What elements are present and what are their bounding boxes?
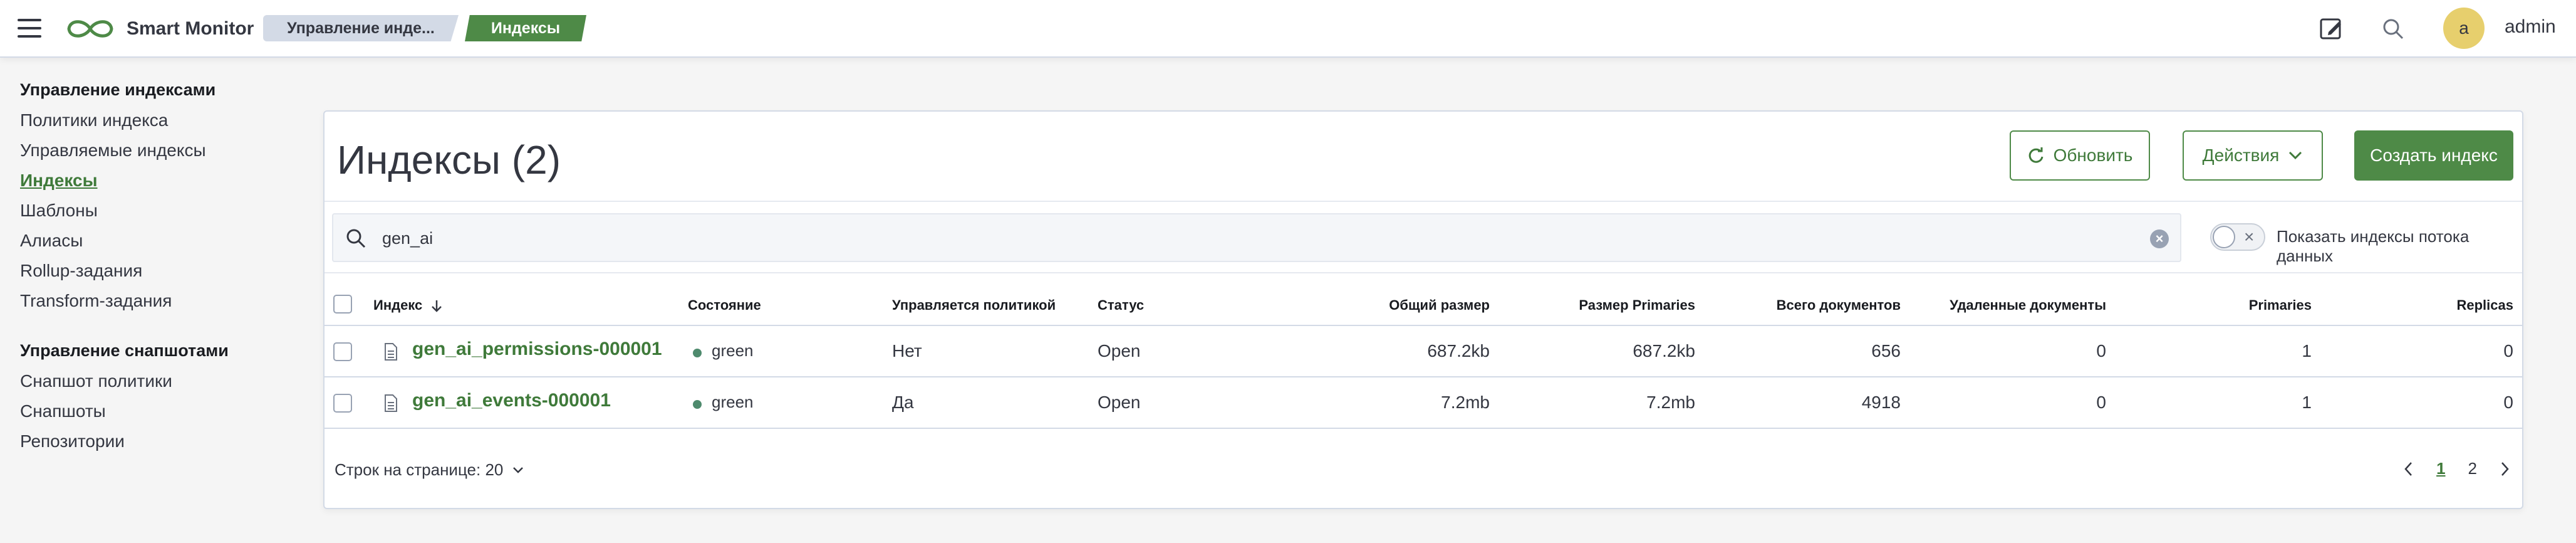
divider <box>325 272 2522 273</box>
column-header-primaries[interactable]: Primaries <box>2124 297 2312 314</box>
search-box[interactable]: × <box>332 213 2181 262</box>
breadcrumb-index-management[interactable]: Управление инде... <box>263 15 459 41</box>
actions-button[interactable]: Действия <box>2183 130 2323 181</box>
column-header-total-size[interactable]: Общий размер <box>1302 297 1490 314</box>
rows-per-page-label: Строк на странице: 20 <box>335 460 504 479</box>
column-header-deleted-docs[interactable]: Удаленные документы <box>1918 297 2106 314</box>
column-header-index[interactable]: Индекс <box>373 297 444 314</box>
index-status: Open <box>1098 341 1141 361</box>
brand-name: Smart Monitor <box>127 18 254 39</box>
sidebar-title-index-management: Управление индексами <box>20 80 216 99</box>
table-row: gen_ai_permissions-000001 green Нет Open… <box>325 326 2522 377</box>
total-size: 7.2mb <box>1441 393 1490 412</box>
sidebar-item-snapshot-policies[interactable]: Снапшот политики <box>20 366 296 396</box>
document-icon <box>385 343 397 361</box>
page-1-button[interactable]: 1 <box>2436 459 2445 478</box>
sidebar-item-index-policies[interactable]: Политики индекса <box>20 105 296 135</box>
column-header-primaries-size[interactable]: Размер Primaries <box>1507 297 1695 314</box>
document-icon <box>385 394 397 412</box>
sidebar-item-rollup-jobs[interactable]: Rollup-задания <box>20 256 296 286</box>
column-header-replicas[interactable]: Replicas <box>2325 297 2514 314</box>
edit-icon[interactable] <box>2317 14 2347 44</box>
managed-by-policy: Да <box>892 393 914 412</box>
chevron-right-icon[interactable] <box>2500 461 2510 477</box>
health-status: green <box>712 393 754 411</box>
search-icon[interactable] <box>2378 14 2408 44</box>
health-dot-icon <box>693 400 702 409</box>
row-checkbox[interactable] <box>333 394 352 413</box>
column-header-status[interactable]: Статус <box>1098 297 1144 314</box>
total-size: 687.2kb <box>1427 341 1490 361</box>
deleted-docs: 0 <box>2096 341 2106 361</box>
clear-icon[interactable]: × <box>2150 229 2169 248</box>
column-header-total-docs[interactable]: Всего документов <box>1713 297 1901 314</box>
username[interactable]: admin <box>2505 16 2556 38</box>
health-status: green <box>712 341 754 360</box>
primaries-count: 1 <box>2302 393 2312 412</box>
column-header-managed[interactable]: Управляется политикой <box>892 297 1056 314</box>
index-status: Open <box>1098 393 1141 412</box>
refresh-label: Обновить <box>2053 145 2133 165</box>
row-checkbox[interactable] <box>333 342 352 361</box>
menu-icon[interactable] <box>18 19 41 38</box>
sidebar-item-aliases[interactable]: Алиасы <box>20 226 296 256</box>
refresh-button[interactable]: Обновить <box>2010 130 2150 181</box>
breadcrumb-indices[interactable]: Индексы <box>465 15 586 41</box>
sidebar-item-templates[interactable]: Шаблоны <box>20 196 296 226</box>
sidebar-item-repositories[interactable]: Репозитории <box>20 426 296 456</box>
search-icon <box>346 229 366 248</box>
index-link[interactable]: gen_ai_events-000001 <box>412 390 611 411</box>
table-row: gen_ai_events-000001 green Да Open 7.2mb… <box>325 377 2522 429</box>
primaries-size: 7.2mb <box>1646 393 1695 412</box>
deleted-docs: 0 <box>2096 393 2106 412</box>
primaries-count: 1 <box>2302 341 2312 361</box>
search-input[interactable] <box>382 223 2124 253</box>
chevron-down-icon <box>513 467 524 473</box>
close-icon: × <box>2244 227 2255 246</box>
toggle-knob <box>2213 226 2235 248</box>
chevron-left-icon[interactable] <box>2404 461 2414 477</box>
infinity-logo-icon <box>67 20 113 38</box>
replicas-count: 0 <box>2503 393 2513 412</box>
sort-arrow-down-icon <box>432 300 442 312</box>
brand[interactable]: Smart Monitor <box>64 15 254 43</box>
primaries-size: 687.2kb <box>1633 341 1695 361</box>
top-header: Smart Monitor Управление инде... Индексы… <box>0 0 2576 58</box>
page-title: Индексы (2) <box>337 137 561 182</box>
divider <box>325 201 2522 202</box>
index-link[interactable]: gen_ai_permissions-000001 <box>412 339 662 360</box>
sidebar-title-snapshot-management: Управление снапшотами <box>20 341 229 360</box>
refresh-icon <box>2028 147 2044 163</box>
rows-per-page-selector[interactable]: Строк на странице: 20 <box>335 460 524 480</box>
chevron-down-icon <box>2289 151 2302 160</box>
indices-panel: Индексы (2) Обновить Действия Создать ин… <box>323 110 2523 509</box>
pagination: 1 2 <box>2404 459 2510 478</box>
sidebar-item-indices[interactable]: Индексы <box>20 166 296 196</box>
column-header-health[interactable]: Состояние <box>688 297 761 314</box>
replicas-count: 0 <box>2503 341 2513 361</box>
select-all-checkbox[interactable] <box>333 295 352 314</box>
total-docs: 656 <box>1871 341 1901 361</box>
sidebar-item-managed-indices[interactable]: Управляемые индексы <box>20 135 296 166</box>
actions-label: Действия <box>2202 145 2280 165</box>
create-index-button[interactable]: Создать индекс <box>2354 130 2513 181</box>
data-stream-toggle-label: Показать индексы потока данных <box>2277 227 2470 265</box>
sidebar-item-snapshots[interactable]: Снапшоты <box>20 396 296 426</box>
data-stream-toggle[interactable]: × <box>2210 223 2265 251</box>
managed-by-policy: Нет <box>892 341 922 361</box>
health-dot-icon <box>693 349 702 357</box>
total-docs: 4918 <box>1861 393 1901 412</box>
sidebar-item-transform-jobs[interactable]: Transform-задания <box>20 286 296 316</box>
page-2-button[interactable]: 2 <box>2468 459 2477 478</box>
avatar[interactable]: a <box>2443 8 2485 49</box>
sidebar: Управление индексами Политики индекса Уп… <box>20 80 296 456</box>
